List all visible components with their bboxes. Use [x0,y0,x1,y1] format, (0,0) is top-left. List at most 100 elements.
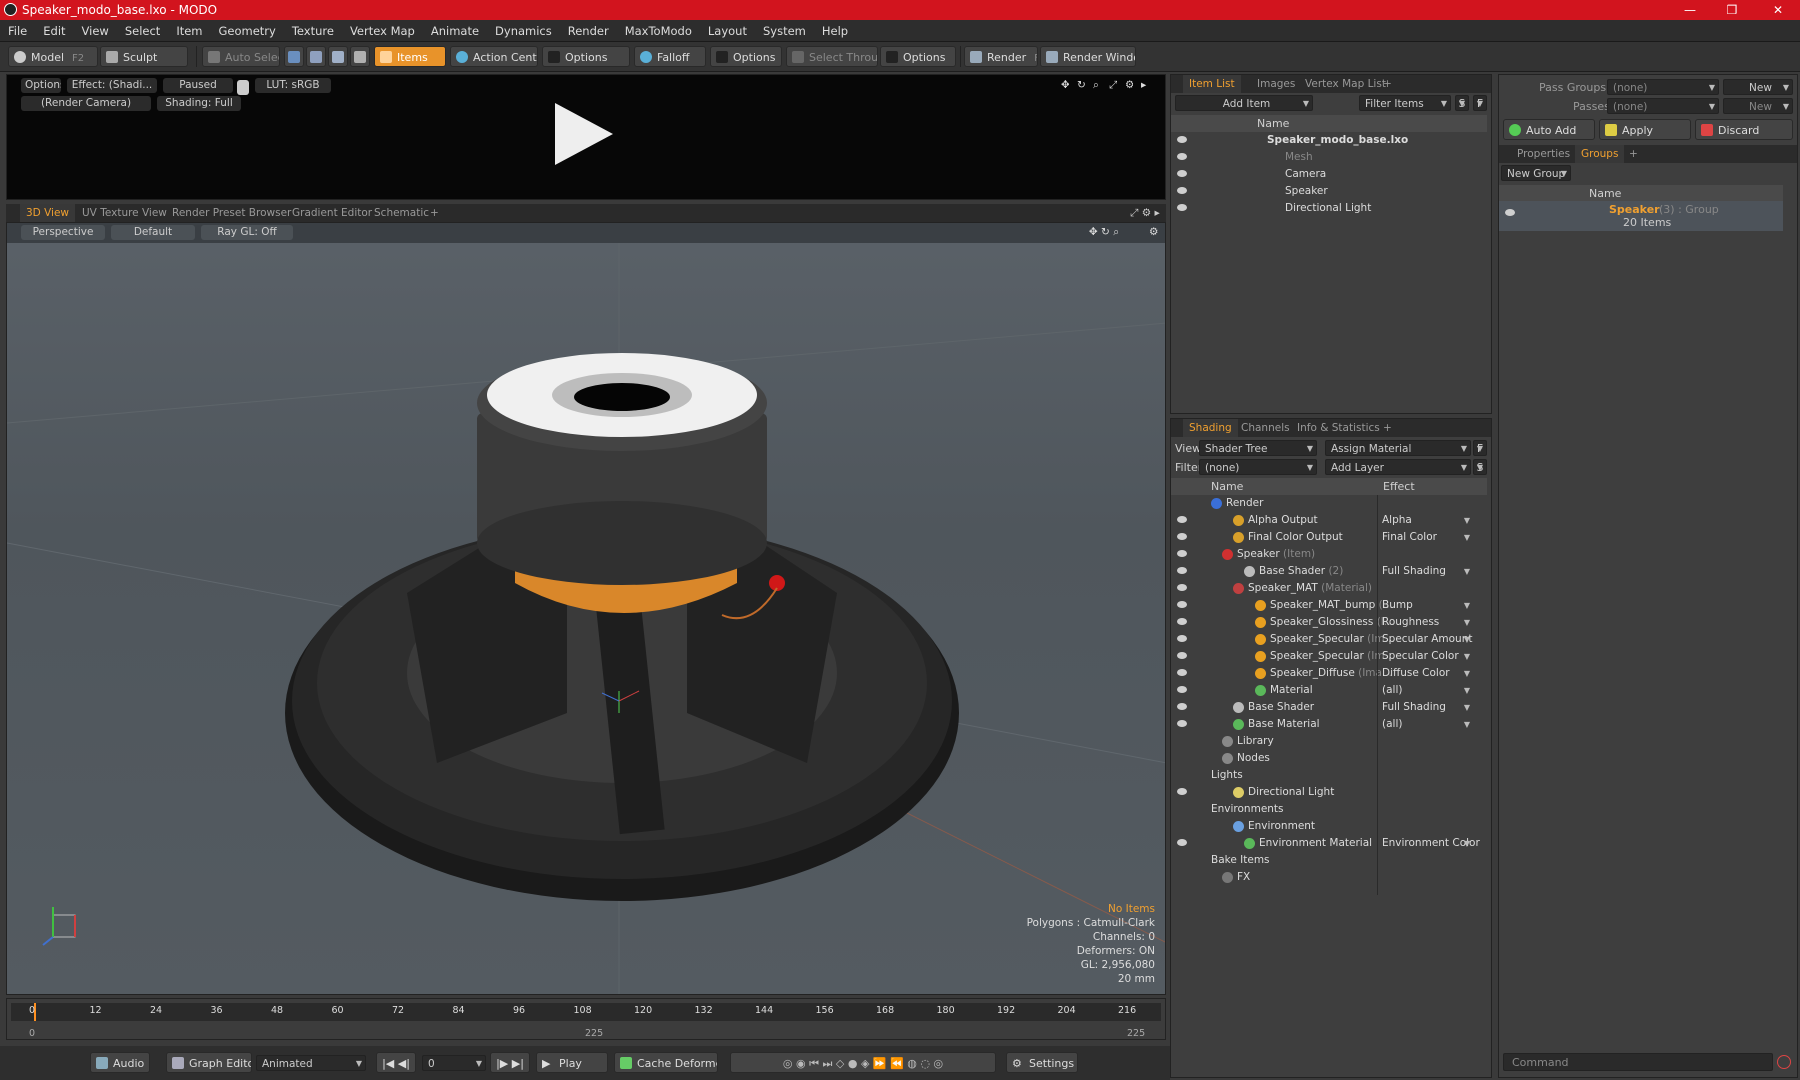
layer-effect-dropdown[interactable]: (all) [1382,682,1472,699]
menu-edit[interactable]: Edit [35,20,73,42]
layer-effect-dropdown[interactable]: Full Shading [1382,699,1472,716]
close-button[interactable]: ✕ [1760,0,1796,20]
layer-effect-dropdown[interactable]: (all) [1382,716,1472,733]
shader-tree-row[interactable]: Environment Material Environment Color [1171,835,1487,852]
tab-uv-texture-view[interactable]: UV Texture View [76,204,173,222]
preview-paused-button[interactable]: Paused [163,78,233,93]
sculpt-mode-button[interactable]: Sculpt [100,46,188,67]
apply-button[interactable]: Apply [1599,119,1691,140]
menu-item[interactable]: Item [168,20,210,42]
play-icon[interactable] [555,103,613,165]
menu-maxtomodo[interactable]: MaxToModo [617,20,700,42]
shader-tree-row[interactable]: Speaker_Diffuse (Ima... Diffuse Color [1171,665,1487,682]
maximize-icon[interactable]: ⤢ [1105,78,1117,93]
minimize-button[interactable]: — [1672,0,1708,20]
polygon-select-button[interactable] [328,46,348,67]
menu-animate[interactable]: Animate [423,20,487,42]
maximize-view-icon[interactable]: ⤢ ⚙ ▸ [1124,204,1166,222]
menu-view[interactable]: View [74,20,117,42]
visibility-eye-icon[interactable] [1177,635,1187,642]
rotate-icon[interactable]: ↻ [1073,78,1085,93]
item-list-row[interactable]: Directional Light [1171,200,1487,217]
visibility-eye-icon[interactable] [1177,516,1187,523]
menu-texture[interactable]: Texture [284,20,342,42]
raygl-toggle[interactable]: Ray GL: Off [201,225,293,240]
item-list-row[interactable]: Speaker_modo_base.lxo [1171,132,1487,149]
command-history-icon[interactable] [1777,1055,1791,1069]
maximize-button[interactable]: ❒ [1714,0,1750,20]
timeline[interactable]: 0 12 24 36 48 60 72 84 96 108 120 132 144 156 168 180 19… [6,998,1166,1040]
menu-file[interactable]: File [0,20,35,42]
preview-options-button[interactable]: Options [21,78,61,93]
shader-tree-row[interactable]: Base Shader (2) Full Shading [1171,563,1487,580]
add-layer-dropdown[interactable]: Add Layer [1325,459,1471,475]
shader-tree-row[interactable]: Alpha Output Alpha [1171,512,1487,529]
assign-material-button[interactable]: Assign Material [1325,440,1471,456]
shader-tree-row[interactable]: FX [1171,869,1487,886]
material-select-button[interactable] [350,46,370,67]
shading-s-button[interactable]: S [1473,459,1487,475]
cache-deformers-button[interactable]: Cache Deformers [614,1052,718,1073]
new-pass-button[interactable]: New [1723,98,1793,114]
shader-tree-row[interactable]: Material (all) [1171,682,1487,699]
view-dropdown[interactable]: Shader Tree [1199,440,1317,456]
item-list-s-button[interactable]: S [1455,95,1469,111]
add-tab-button[interactable]: + [1377,75,1398,93]
tab-item-list[interactable]: Item List [1183,75,1241,93]
menu-layout[interactable]: Layout [700,20,755,42]
shader-tree-row[interactable]: Directional Light [1171,784,1487,801]
viewport-gear-icon[interactable]: ⚙ [1145,225,1159,240]
visibility-eye-icon[interactable] [1177,136,1187,143]
render-window-button[interactable]: Render Window [1040,46,1136,67]
audio-button[interactable]: Audio [90,1052,150,1073]
layer-effect-dropdown[interactable]: Specular Amount [1382,631,1473,648]
shader-tree-row[interactable]: Library [1171,733,1487,750]
shader-tree-row[interactable]: Final Color Output Final Color [1171,529,1487,546]
shader-tree-row[interactable]: Speaker_MAT (Material) [1171,580,1487,597]
gear-icon[interactable]: ⚙ [1121,78,1133,93]
visibility-eye-icon[interactable] [1177,170,1187,177]
visibility-eye-icon[interactable] [1177,839,1187,846]
graph-editor-button[interactable]: Graph Editor [166,1052,252,1073]
items-mode-button[interactable]: Items [374,46,446,67]
shader-tree-row[interactable]: Speaker_Glossiness (I... Roughness [1171,614,1487,631]
group-row-speaker[interactable]: Speaker (3) : Group 20 Items [1499,201,1783,231]
tab-info-statistics[interactable]: Info & Statistics [1291,419,1386,437]
layer-effect-dropdown[interactable]: Bump [1382,597,1472,614]
visibility-eye-icon[interactable] [1177,533,1187,540]
expand-arrow-icon[interactable]: ▸ [1137,78,1149,93]
settings-button[interactable]: ⚙ Settings [1006,1052,1078,1073]
tab-channels[interactable]: Channels [1235,419,1296,437]
skip-forward-buttons[interactable]: |▶ ▶| [490,1052,530,1073]
menu-geometry[interactable]: Geometry [211,20,284,42]
visibility-eye-icon[interactable] [1177,669,1187,676]
menu-render[interactable]: Render [560,20,617,42]
auto-select-button[interactable]: Auto Select [202,46,280,67]
action-center-options-button[interactable]: Options [542,46,630,67]
animated-dropdown[interactable]: Animated [256,1055,366,1071]
menu-system[interactable]: System [755,20,814,42]
shader-tree-row[interactable]: Bake Items [1171,852,1487,869]
render-camera-dropdown[interactable]: (Render Camera) [21,96,151,111]
shader-tree-row[interactable]: Render [1171,495,1487,512]
auto-add-button[interactable]: Auto Add [1503,119,1595,140]
action-center-button[interactable]: Action Center [450,46,538,67]
preview-effect-dropdown[interactable]: Effect: (Shadi... [67,78,157,93]
pass-groups-dropdown[interactable]: (none) [1607,79,1719,95]
visibility-eye-icon[interactable] [1177,618,1187,625]
new-pass-group-button[interactable]: New [1723,79,1793,95]
add-tab-button[interactable]: + [424,204,445,222]
tab-properties[interactable]: Properties [1511,145,1576,163]
menu-vertex-map[interactable]: Vertex Map [342,20,423,42]
shading-style-dropdown[interactable]: Default [111,225,195,240]
menu-select[interactable]: Select [117,20,168,42]
play-button[interactable]: ▶ Play [536,1052,608,1073]
menu-help[interactable]: Help [814,20,856,42]
visibility-eye-icon[interactable] [1177,187,1187,194]
lock-icon[interactable] [237,80,249,95]
vertex-select-button[interactable] [284,46,304,67]
add-item-dropdown[interactable]: Add Item [1175,95,1313,111]
shader-tree-row[interactable]: Environments [1171,801,1487,818]
shader-tree-row[interactable]: Speaker_Specular (Im... Specular Color [1171,648,1487,665]
visibility-eye-icon[interactable] [1177,703,1187,710]
